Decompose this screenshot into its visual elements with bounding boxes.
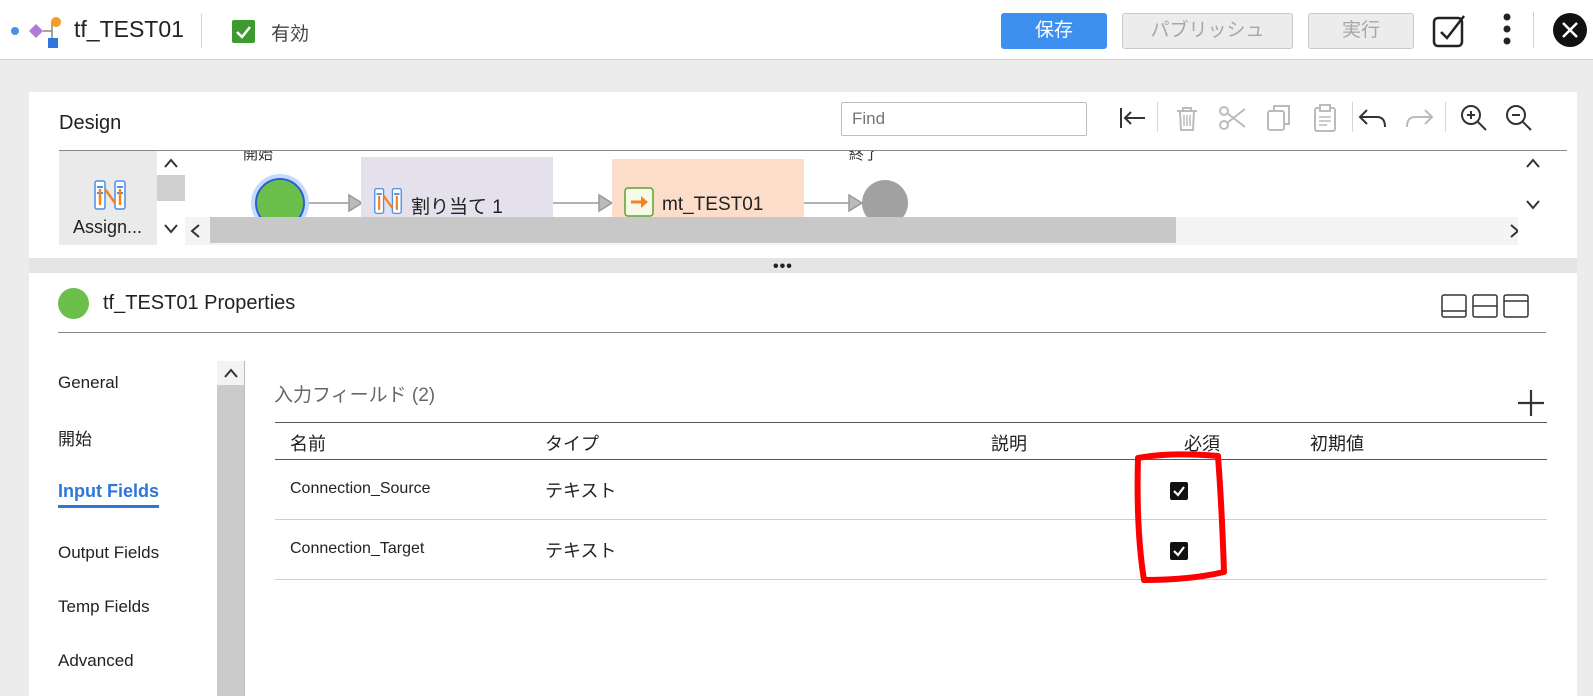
taskflow-logo-icon	[11, 17, 61, 48]
publish-button[interactable]: パブリッシュ	[1122, 13, 1293, 49]
chevron-down-icon[interactable]	[163, 223, 179, 235]
mapping-task-node-label: mt_TEST01	[662, 194, 764, 215]
nav-item-general[interactable]: General	[58, 373, 118, 393]
run-button[interactable]: 実行	[1308, 13, 1414, 49]
paste-icon[interactable]	[1307, 100, 1343, 136]
column-header-required: 必須	[1184, 434, 1220, 454]
canvas-vertical-scrollbar[interactable]	[1518, 151, 1548, 245]
status-label: 有効	[271, 24, 310, 45]
required-checkbox[interactable]	[1170, 482, 1188, 500]
nav-item-output-fields[interactable]: Output Fields	[58, 543, 159, 563]
design-title: Design	[59, 112, 122, 134]
validate-icon[interactable]	[1430, 12, 1468, 50]
close-icon[interactable]	[1553, 13, 1587, 47]
design-canvas[interactable]: Assign... 開始 割り当て 1 mt_TEST01 終了	[59, 151, 1537, 245]
nav-divider	[244, 361, 245, 696]
chevron-up-icon[interactable]	[163, 157, 179, 169]
delete-icon[interactable]	[1169, 100, 1205, 136]
copy-icon[interactable]	[1261, 100, 1297, 136]
header-divider-right	[1533, 12, 1534, 48]
jump-to-start-icon[interactable]	[1115, 100, 1151, 136]
more-options-icon[interactable]	[1488, 12, 1526, 50]
palette-item-assignment[interactable]: Assign...	[59, 151, 165, 245]
assignment-icon	[94, 180, 126, 210]
toolbar-divider	[1157, 102, 1158, 132]
find-input[interactable]	[841, 102, 1087, 136]
checkmark-icon	[1173, 546, 1185, 557]
field-type[interactable]: テキスト	[545, 477, 616, 503]
valid-check-icon	[232, 20, 255, 43]
zoom-in-icon[interactable]	[1456, 100, 1492, 136]
layout-split-icon[interactable]	[1472, 294, 1498, 318]
start-node-label: 開始	[243, 151, 274, 163]
panel-resize-handle[interactable]	[29, 258, 1577, 273]
nav-scrollbar[interactable]	[217, 361, 245, 696]
nav-item-input-fields[interactable]: Input Fields	[58, 481, 159, 502]
field-type[interactable]: テキスト	[545, 537, 616, 563]
layout-top-icon[interactable]	[1503, 294, 1529, 318]
chevron-left-icon[interactable]	[189, 223, 203, 239]
nav-item-temp-fields[interactable]: Temp Fields	[58, 597, 150, 617]
palette-label: Assign...	[73, 217, 143, 237]
checkmark-icon	[1173, 486, 1185, 497]
palette-scrollbar[interactable]	[157, 151, 185, 245]
column-header-type: タイプ	[545, 434, 599, 454]
save-button[interactable]: 保存	[1001, 13, 1107, 49]
undo-icon[interactable]	[1355, 100, 1391, 136]
toolbar-divider	[1352, 102, 1353, 132]
field-name[interactable]: Connection_Source	[290, 480, 431, 498]
field-name[interactable]: Connection_Target	[290, 540, 424, 558]
table-row[interactable]: Connection_Target テキスト	[275, 520, 1547, 580]
design-panel: Design Find Assign... 開始 割り当て 1 mt_TEST0…	[29, 92, 1577, 262]
column-header-description: 説明	[991, 434, 1027, 454]
header-divider	[201, 14, 202, 48]
required-checkbox[interactable]	[1170, 542, 1188, 560]
add-field-icon[interactable]	[1515, 387, 1547, 419]
zoom-out-icon[interactable]	[1501, 100, 1537, 136]
chevron-down-icon[interactable]	[1525, 199, 1541, 211]
table-header: 名前 タイプ 説明 必須 初期値	[275, 422, 1547, 460]
assignment-node-label: 割り当て 1	[411, 197, 503, 218]
assignment-icon	[374, 187, 402, 215]
toolbar-divider	[1445, 102, 1446, 132]
table-row[interactable]: Connection_Source テキスト	[275, 460, 1547, 520]
chevron-up-icon[interactable]	[223, 367, 239, 379]
start-node-indicator	[58, 288, 89, 319]
column-header-name: 名前	[290, 434, 326, 454]
nav-item-start[interactable]: 開始	[58, 425, 92, 450]
active-nav-indicator	[58, 505, 159, 508]
column-header-initial-value: 初期値	[1310, 434, 1364, 454]
properties-title: tf_TEST01 Properties	[103, 292, 296, 314]
section-title: 入力フィールド (2)	[274, 385, 436, 406]
palette-scroll-thumb[interactable]	[157, 175, 185, 201]
end-node-label: 終了	[849, 151, 880, 163]
layout-bottom-icon[interactable]	[1441, 294, 1467, 318]
properties-header-divider	[58, 332, 1546, 333]
nav-item-advanced[interactable]: Advanced	[58, 651, 134, 671]
chevron-up-icon[interactable]	[1525, 157, 1541, 169]
nav-scroll-up[interactable]	[217, 361, 245, 385]
mapping-task-icon	[624, 187, 654, 217]
redo-icon[interactable]	[1401, 100, 1437, 136]
top-header: tf_TEST01 有効 保存 パブリッシュ 実行	[0, 0, 1593, 60]
properties-panel: tf_TEST01 Properties General 開始 Input Fi…	[29, 273, 1577, 696]
taskflow-title: tf_TEST01	[74, 16, 184, 42]
cut-icon[interactable]	[1215, 100, 1251, 136]
canvas-scroll-thumb[interactable]	[210, 217, 1176, 243]
